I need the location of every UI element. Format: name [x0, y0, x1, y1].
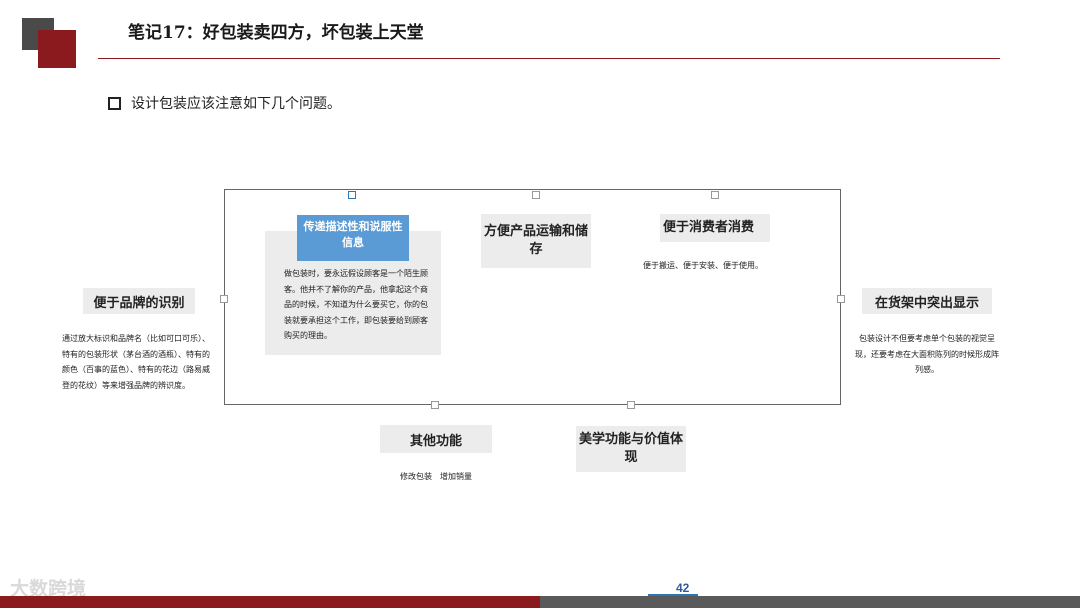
square-bullet-icon	[108, 96, 121, 110]
brand-text: 通过放大标识和品牌名（比如可口可乐）、特有的包装形状（茅台酒的酒瓶）、特有的颜色…	[62, 334, 210, 390]
aesthetic-label: 美学功能与价值体现	[576, 426, 686, 472]
resize-handle-top-left[interactable]	[348, 191, 356, 199]
brand-label: 便于品牌的识别	[83, 288, 195, 314]
shelf-label: 在货架中突出显示	[862, 288, 992, 314]
footer-gray-bar	[540, 596, 1080, 608]
convey-info-label: 传递描述性和说服性信息	[297, 215, 409, 261]
page-number: 42	[676, 581, 690, 595]
page-title: 笔记17：好包装卖四方，坏包装上天堂	[128, 23, 424, 43]
footer-red-bar	[0, 596, 540, 608]
other-text: 修改包装 增加销量	[400, 472, 472, 481]
other-label: 其他功能	[380, 425, 492, 453]
title-divider	[98, 58, 1000, 59]
consumer-text: 便于搬运、便于安装、便于使用。	[643, 261, 763, 270]
transport-label: 方便产品运输和储存	[481, 214, 591, 268]
resize-handle-bottom-left[interactable]	[431, 401, 439, 409]
intro-text: 设计包装应该注意如下几个问题。	[131, 96, 341, 112]
intro-bullet: 设计包装应该注意如下几个问题。	[108, 93, 341, 113]
shelf-text: 包装设计不但要考虑单个包装的视觉呈现，还要考虑在大面积陈列的时候形成阵列感。	[855, 334, 999, 374]
convey-info-text: 做包装时，要永远假设顾客是一个陌生顾客。他并不了解你的产品，他拿起这个商品的时候…	[284, 269, 428, 340]
resize-handle-bottom-right[interactable]	[627, 401, 635, 409]
resize-handle-top-right[interactable]	[711, 191, 719, 199]
resize-handle-top-mid[interactable]	[532, 191, 540, 199]
resize-handle-left[interactable]	[220, 295, 228, 303]
resize-handle-right[interactable]	[837, 295, 845, 303]
header-red-square	[38, 30, 76, 68]
consumer-label: 便于消费者消费	[660, 214, 770, 242]
